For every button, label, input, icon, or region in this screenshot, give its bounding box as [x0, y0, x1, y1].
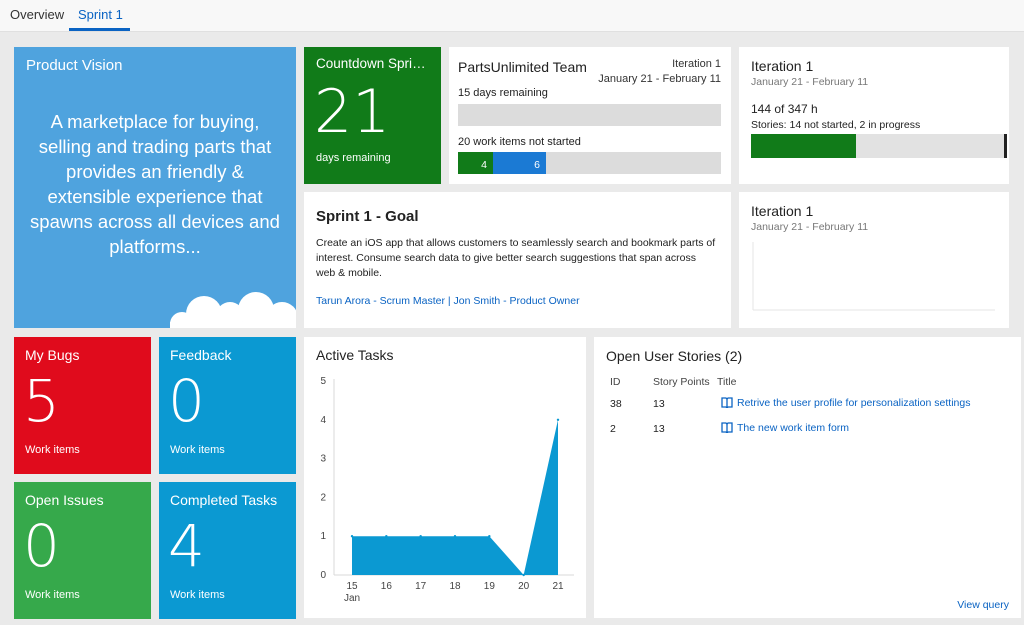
iteration-progress-bar [751, 134, 1007, 158]
not-started-text: 20 work items not started [458, 136, 581, 148]
x-tick-label: 15 [346, 581, 358, 592]
data-point [556, 418, 560, 421]
tab-overview[interactable]: Overview [10, 7, 64, 22]
team-iteration-name: Iteration 1 [672, 58, 721, 70]
data-point [385, 535, 388, 538]
open-issues-count: 0 [23, 512, 60, 580]
scrum-master-link[interactable]: Tarun Arora - Scrum Master [316, 295, 445, 307]
countdown-title: Countdown Sprint 1 [316, 56, 432, 71]
story-id: 38 [610, 398, 622, 410]
feedback-count: 0 [168, 367, 205, 435]
x-tick-label: 18 [449, 581, 461, 592]
x-tick-label: 19 [484, 581, 496, 592]
work-items-segment-green: 4 [458, 152, 493, 174]
team-iteration: Iteration 1 January 21 - February 11 [598, 57, 721, 87]
data-point [522, 573, 525, 577]
product-vision-tile[interactable]: Product Vision A marketplace for buying,… [14, 47, 296, 328]
story-id: 2 [610, 423, 616, 435]
feedback-title: Feedback [170, 347, 232, 363]
open-issues-tile[interactable]: Open Issues 0 Work items [14, 482, 151, 619]
iteration-progress-marker [1004, 134, 1007, 158]
my-bugs-label: Work items [25, 444, 80, 456]
iteration-stories: Stories: 14 not started, 2 in progress [751, 119, 921, 131]
story-title-link[interactable]: Retrive the user profile for personaliza… [721, 397, 970, 409]
feedback-label: Work items [170, 444, 225, 456]
iteration-title: Iteration 1 [751, 58, 814, 74]
tab-sprint-1[interactable]: Sprint 1 [78, 7, 123, 22]
sprint-goal-text: Create an iOS app that allows customers … [316, 237, 716, 279]
story-title-text: The new work item form [737, 422, 850, 434]
completed-tasks-title: Completed Tasks [170, 492, 278, 508]
x-tick-label: 17 [415, 581, 427, 592]
countdown-value: 21 [314, 77, 391, 147]
view-query-link[interactable]: View query [957, 599, 1009, 611]
days-remaining-text: 15 days remaining [458, 87, 548, 99]
countdown-label: days remaining [316, 152, 391, 164]
active-tasks-tile[interactable]: Active Tasks 0 1 2 3 4 5 15 16 17 18 19 20 21 Jan [304, 337, 586, 618]
data-point [350, 535, 354, 538]
y-tick-label: 5 [320, 376, 326, 387]
col-header-id[interactable]: ID [610, 376, 621, 388]
x-tick-label: 21 [552, 581, 564, 592]
story-title-text: Retrive the user profile for personaliza… [737, 397, 971, 409]
open-user-stories-tile[interactable]: Open User Stories (2) ID Story Points Ti… [594, 337, 1021, 618]
completed-tasks-count: 4 [168, 512, 205, 580]
sprint-goal-owners: Tarun Arora - Scrum Master | Jon Smith -… [316, 295, 580, 307]
y-tick-label: 2 [320, 492, 326, 503]
my-bugs-tile[interactable]: My Bugs 5 Work items [14, 337, 151, 474]
active-tab-indicator [69, 28, 130, 31]
team-name: PartsUnlimited Team [458, 59, 587, 75]
data-point [419, 535, 422, 538]
x-tick-label: 16 [381, 581, 393, 592]
story-title-link[interactable]: The new work item form [721, 422, 849, 434]
product-vision-text: A marketplace for buying, selling and tr… [30, 111, 280, 257]
iteration-chart-tile[interactable]: Iteration 1 January 21 - February 11 [739, 192, 1009, 328]
col-header-title[interactable]: Title [717, 376, 736, 388]
data-point [453, 535, 457, 538]
team-tile[interactable]: PartsUnlimited Team Iteration 1 January … [449, 47, 731, 184]
x-month-label: Jan [344, 593, 360, 604]
tab-bar: Overview Sprint 1 [0, 0, 1024, 32]
active-tasks-chart: 0 1 2 3 4 5 15 16 17 18 19 20 21 Jan [320, 376, 574, 604]
y-tick-label: 1 [320, 531, 326, 542]
days-remaining-bar [458, 104, 721, 126]
owners-separator: | [444, 295, 454, 307]
y-tick-label: 0 [320, 570, 326, 581]
product-owner-link[interactable]: Jon Smith - Product Owner [454, 295, 580, 307]
work-items-segment-blue: 6 [493, 152, 546, 174]
active-tasks-area [352, 419, 558, 575]
book-icon [721, 422, 733, 434]
story-points: 13 [653, 423, 665, 435]
iteration-hours: 144 of 347 h [751, 102, 818, 116]
product-vision-title: Product Vision [26, 57, 123, 74]
data-point [488, 535, 491, 538]
x-tick-label: 20 [518, 581, 530, 592]
countdown-tile[interactable]: Countdown Sprint 1 21 days remaining [304, 47, 441, 184]
my-bugs-title: My Bugs [25, 347, 80, 363]
col-header-story-points[interactable]: Story Points [653, 376, 710, 388]
iteration-progress-fill [751, 134, 856, 158]
y-tick-label: 4 [320, 415, 326, 426]
iteration-dates: January 21 - February 11 [751, 76, 869, 88]
team-iteration-dates: January 21 - February 11 [598, 73, 721, 85]
feedback-tile[interactable]: Feedback 0 Work items [159, 337, 296, 474]
iteration-progress-tile[interactable]: Iteration 1 January 21 - February 11 144… [739, 47, 1009, 184]
sprint-goal-title: Sprint 1 - Goal [316, 208, 419, 225]
y-tick-label: 3 [320, 454, 326, 465]
my-bugs-count: 5 [23, 367, 60, 435]
sprint-goal-tile[interactable]: Sprint 1 - Goal Create an iOS app that a… [304, 192, 731, 328]
iteration-chart-axes [752, 242, 995, 311]
book-icon [721, 397, 733, 409]
stories-title: Open User Stories (2) [606, 348, 743, 364]
completed-tasks-label: Work items [170, 589, 225, 601]
open-issues-label: Work items [25, 589, 80, 601]
completed-tasks-tile[interactable]: Completed Tasks 4 Work items [159, 482, 296, 619]
story-points: 13 [653, 398, 665, 410]
open-issues-title: Open Issues [25, 492, 104, 508]
work-items-bar: 4 6 [458, 152, 721, 174]
cloud-icon [170, 292, 296, 328]
